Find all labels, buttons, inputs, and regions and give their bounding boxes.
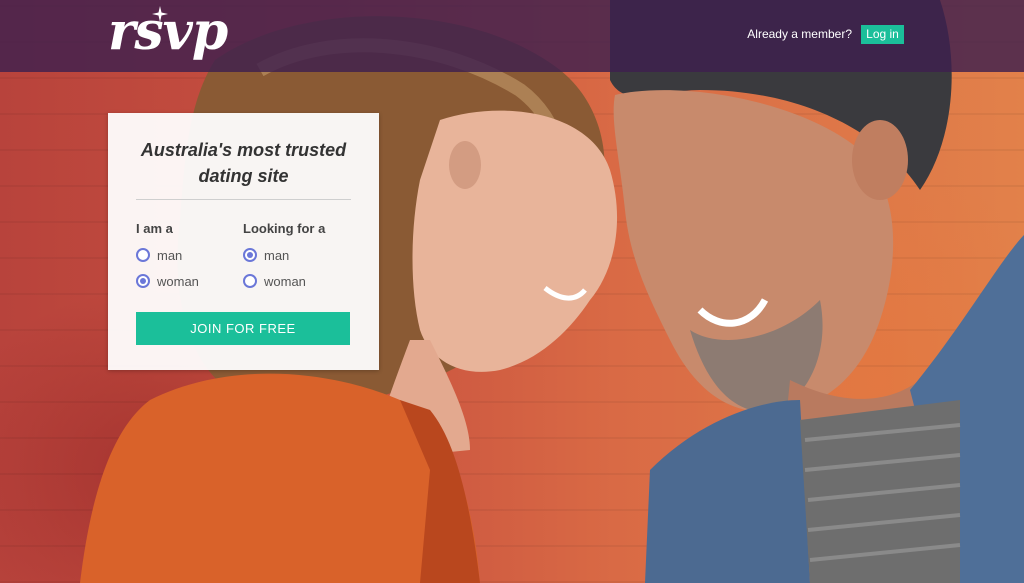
login-button[interactable]: Log in <box>861 25 904 44</box>
looking-for-woman-radio[interactable] <box>243 274 257 288</box>
sparkle-icon <box>152 6 168 22</box>
i-am-woman-option[interactable]: woman <box>136 272 199 290</box>
tagline-heading: Australia's most trusted dating site <box>140 140 347 186</box>
looking-for-man-option[interactable]: man <box>243 246 289 264</box>
i-am-man-label: man <box>157 247 183 263</box>
join-for-free-button[interactable]: JOIN FOR FREE <box>136 312 350 345</box>
card-divider <box>136 199 351 200</box>
looking-for-label: Looking for a <box>243 221 326 236</box>
i-am-woman-label: woman <box>157 273 199 289</box>
i-am-man-radio[interactable] <box>136 248 150 262</box>
looking-for-woman-option[interactable]: woman <box>243 272 306 290</box>
top-bar: rsvp Already a member? Log in <box>0 0 1024 72</box>
looking-for-man-radio[interactable] <box>243 248 257 262</box>
already-member-text: Already a member? <box>747 27 852 41</box>
rsvp-logo[interactable]: rsvp <box>108 4 238 64</box>
i-am-label: I am a <box>136 221 173 236</box>
signup-card: Australia's most trusted dating site I a… <box>108 113 379 370</box>
i-am-woman-radio[interactable] <box>136 274 150 288</box>
looking-for-woman-label: woman <box>264 273 306 289</box>
i-am-man-option[interactable]: man <box>136 246 182 264</box>
looking-for-man-label: man <box>264 247 290 263</box>
